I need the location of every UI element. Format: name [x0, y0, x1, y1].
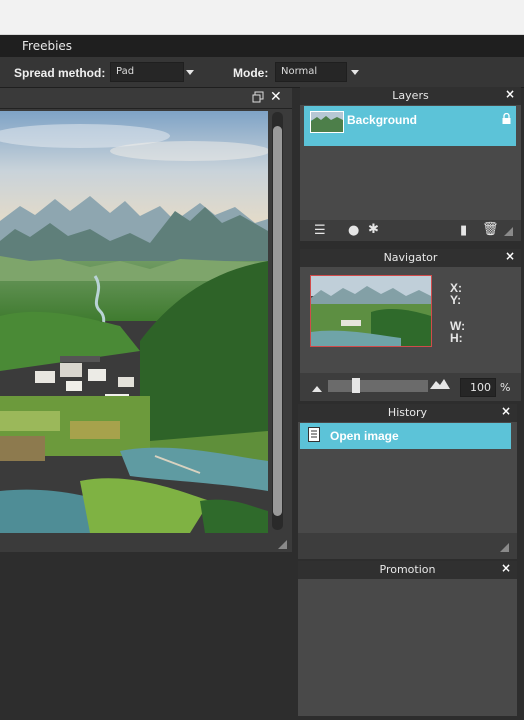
trash-icon[interactable]: 🗑 [482, 222, 499, 237]
options-bar: Spread method: Pad Mode: Normal [0, 57, 524, 88]
promotion-title: Promotion [298, 561, 517, 579]
new-layer-icon[interactable]: ▮ [460, 223, 467, 238]
close-icon[interactable]: ✕ [270, 89, 282, 105]
zoom-slider-handle[interactable] [352, 378, 360, 393]
promotion-close-icon[interactable]: × [501, 561, 511, 575]
menubar: Freebies [0, 35, 524, 57]
history-resize-grip-icon[interactable] [500, 543, 509, 552]
history-panel: History × Open image [298, 404, 517, 559]
nav-h-label: H: [450, 331, 463, 345]
spread-method-select[interactable]: Pad [110, 62, 184, 82]
canvas-window-header: ✕ [0, 88, 292, 109]
zoom-in-icon[interactable] [430, 379, 450, 392]
navigator-close-icon[interactable]: × [505, 249, 515, 263]
layers-resize-grip-icon[interactable] [504, 227, 513, 236]
spread-method-chevron-down-icon[interactable] [186, 70, 194, 75]
history-footer [298, 533, 517, 559]
menu-freebies[interactable]: Freebies [22, 39, 72, 53]
lock-icon [502, 112, 511, 127]
zoom-bar: 100 % [300, 373, 521, 401]
layer-thumbnail [310, 111, 344, 133]
landscape-image[interactable] [0, 111, 268, 533]
layers-title: Layers [300, 87, 521, 105]
zoom-input[interactable]: 100 [460, 378, 496, 397]
restore-icon[interactable] [252, 91, 264, 106]
history-item-open-image[interactable]: Open image [300, 423, 511, 449]
spread-method-label: Spread method: [14, 66, 106, 80]
browser-strip [0, 0, 524, 35]
layers-panel: Layers × Background ☰ ● ✱ ▮ 🗑 [300, 87, 521, 241]
navigator-panel: Navigator × X: Y: W: H: 100 % [300, 249, 521, 401]
layers-close-icon[interactable]: × [505, 87, 515, 101]
navigator-preview[interactable] [310, 275, 432, 347]
canvas-area[interactable] [0, 109, 292, 552]
history-item-label: Open image [330, 429, 399, 443]
mode-value: Normal [281, 66, 318, 77]
zoom-value: 100 [470, 381, 491, 394]
zoom-slider[interactable] [328, 380, 428, 392]
nav-y-label: Y: [450, 293, 462, 307]
navigator-title: Navigator [300, 249, 521, 267]
zoom-unit: % [500, 381, 511, 394]
vertical-scrollbar-thumb[interactable] [273, 126, 282, 516]
history-title: History [298, 404, 517, 422]
layer-label: Background [347, 113, 418, 127]
promotion-panel: Promotion × [298, 561, 517, 716]
layer-mask-icon[interactable]: ● [348, 223, 359, 238]
workspace-background [0, 552, 297, 720]
layer-settings-icon[interactable]: ☰ [314, 223, 326, 238]
spread-method-value: Pad [116, 66, 135, 77]
layer-row-background[interactable]: Background [304, 106, 516, 146]
open-document-icon [308, 427, 322, 446]
layers-toolbar: ☰ ● ✱ ▮ 🗑 [300, 220, 521, 241]
layer-effects-icon[interactable]: ✱ [368, 222, 379, 237]
mode-label: Mode: [233, 66, 269, 80]
canvas-resize-grip-icon[interactable] [278, 540, 287, 549]
mode-select[interactable]: Normal [275, 62, 347, 82]
history-close-icon[interactable]: × [501, 404, 511, 418]
mode-chevron-down-icon[interactable] [351, 70, 359, 75]
zoom-out-icon[interactable] [312, 382, 322, 395]
